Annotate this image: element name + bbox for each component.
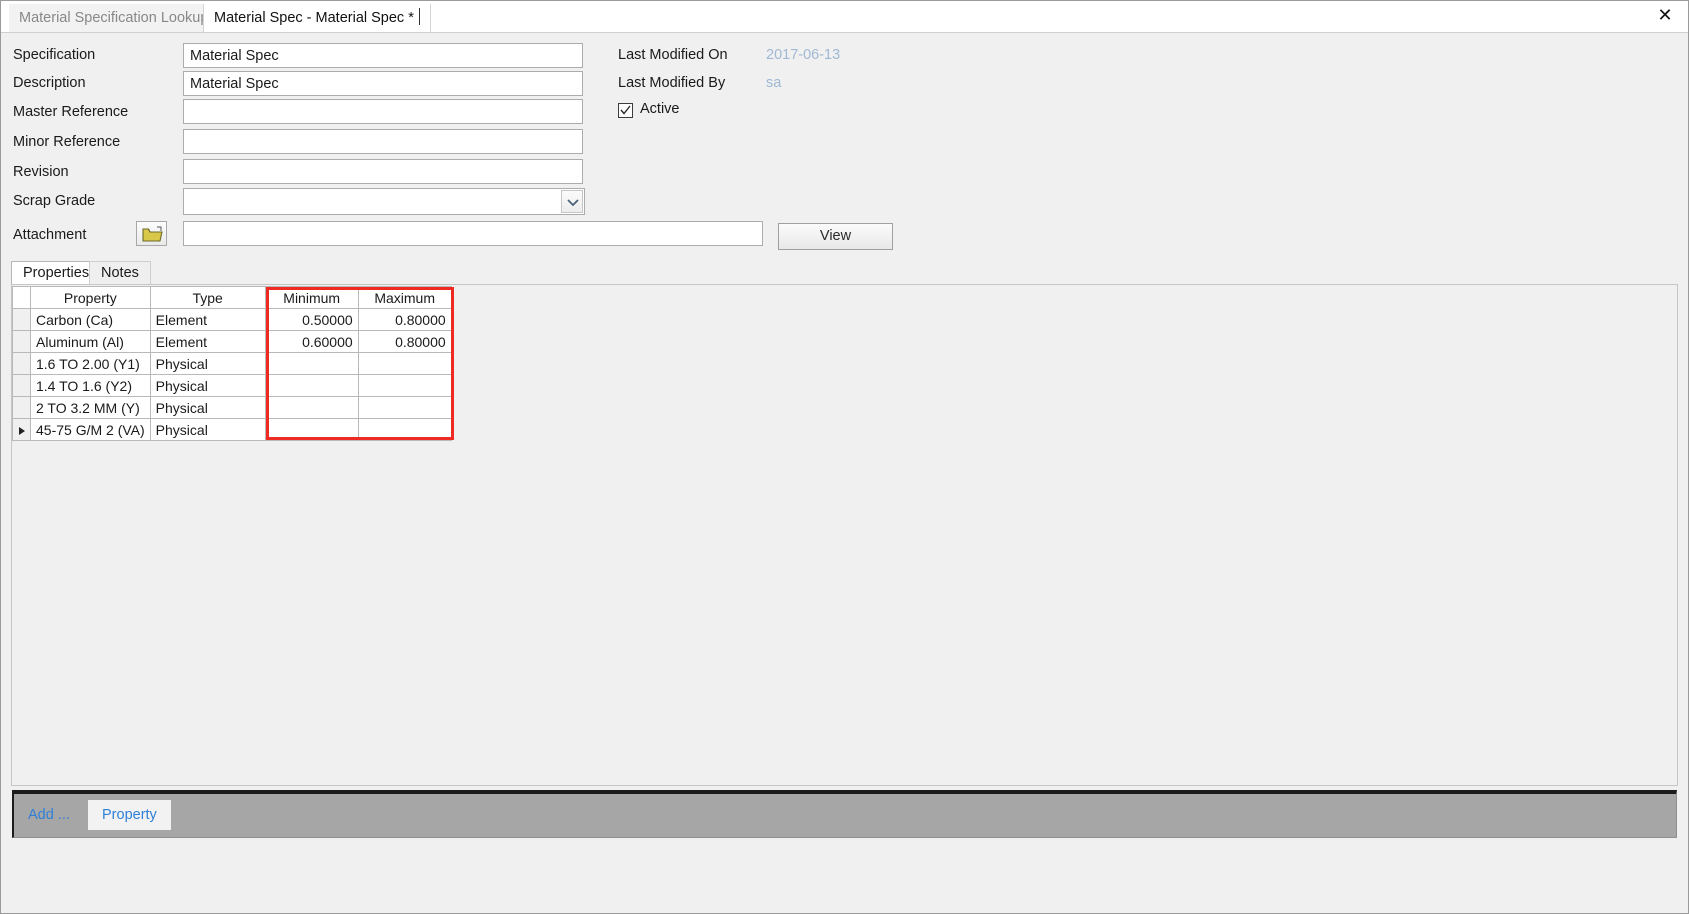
row-selector-header — [12, 286, 31, 309]
window-tab-strip: Material Specification Lookup Material S… — [1, 1, 1688, 33]
grid-column-property[interactable]: Property — [30, 286, 151, 309]
table-row[interactable]: 45-75 G/M 2 (VA) Physical — [12, 418, 452, 441]
cell-type[interactable]: Physical — [149, 374, 266, 397]
current-row-indicator-icon — [18, 426, 25, 435]
chevron-down-icon[interactable] — [561, 190, 583, 213]
add-action-bar: Add ... Property — [12, 790, 1677, 838]
open-folder-icon[interactable] — [136, 221, 167, 246]
row-selector[interactable] — [12, 374, 31, 397]
attachment-input[interactable] — [183, 221, 763, 246]
text-cursor — [418, 8, 420, 25]
label-minor-reference: Minor Reference — [13, 134, 121, 150]
cell-minimum[interactable]: 0.50000 — [264, 308, 359, 331]
cell-minimum[interactable] — [264, 396, 359, 419]
table-row[interactable]: Carbon (Ca) Element 0.50000 0.80000 — [12, 308, 452, 331]
last-modified-by-value: sa — [766, 75, 782, 91]
cell-maximum[interactable]: 0.80000 — [357, 330, 452, 353]
specification-input[interactable] — [183, 43, 583, 68]
revision-input[interactable] — [183, 159, 583, 184]
spec-form: Specification Description Master Referen… — [1, 33, 1688, 255]
label-attachment: Attachment — [13, 227, 87, 243]
label-specification: Specification — [13, 47, 96, 63]
properties-grid[interactable]: Property Type Minimum Maximum Carbon (Ca… — [12, 286, 452, 441]
table-row[interactable]: Aluminum (Al) Element 0.60000 0.80000 — [12, 330, 452, 353]
cell-property[interactable]: 1.4 TO 1.6 (Y2) — [30, 374, 151, 397]
row-selector[interactable] — [12, 330, 31, 353]
cell-type[interactable]: Physical — [149, 352, 266, 375]
table-row[interactable]: 1.6 TO 2.00 (Y1) Physical — [12, 352, 452, 375]
label-last-modified-by: Last Modified By — [618, 75, 726, 91]
scrap-grade-combo[interactable] — [183, 188, 585, 215]
label-revision: Revision — [13, 164, 69, 180]
tab-properties[interactable]: Properties — [11, 261, 102, 284]
window-tab-label: Material Specification Lookup — [19, 10, 209, 26]
view-button[interactable]: View — [778, 223, 893, 250]
add-property-button[interactable]: Property — [88, 800, 171, 830]
label-master-reference: Master Reference — [13, 104, 129, 120]
window-tab-material-specification-lookup[interactable]: Material Specification Lookup — [9, 4, 219, 32]
checkmark-icon — [620, 105, 631, 115]
label-description: Description — [13, 75, 86, 91]
cell-maximum[interactable] — [357, 374, 452, 397]
cell-property[interactable]: 2 TO 3.2 MM (Y) — [30, 396, 151, 419]
label-scrap-grade: Scrap Grade — [13, 193, 96, 209]
row-selector[interactable] — [12, 396, 31, 419]
minor-reference-input[interactable] — [183, 129, 583, 154]
cell-type[interactable]: Element — [149, 308, 266, 331]
grid-column-maximum[interactable]: Maximum — [357, 286, 452, 309]
cell-maximum[interactable] — [357, 396, 452, 419]
active-checkbox[interactable] — [618, 103, 633, 118]
row-selector[interactable] — [12, 352, 31, 375]
material-spec-window: Material Specification Lookup Material S… — [0, 0, 1689, 914]
cell-type[interactable]: Physical — [149, 418, 266, 441]
cell-minimum[interactable] — [264, 374, 359, 397]
master-reference-input[interactable] — [183, 99, 583, 124]
cell-minimum[interactable] — [264, 352, 359, 375]
row-selector-current[interactable] — [12, 418, 31, 441]
tab-label: Notes — [101, 265, 139, 281]
grid-header-row: Property Type Minimum Maximum — [12, 286, 452, 309]
add-label: Add ... — [28, 807, 70, 823]
cell-type[interactable]: Physical — [149, 396, 266, 419]
last-modified-on-value: 2017-06-13 — [766, 47, 841, 63]
cell-property[interactable]: 1.6 TO 2.00 (Y1) — [30, 352, 151, 375]
label-last-modified-on: Last Modified On — [618, 47, 728, 63]
description-input[interactable] — [183, 71, 583, 96]
active-checkbox-label: Active — [640, 101, 680, 117]
tab-label: Properties — [23, 265, 90, 281]
cell-maximum[interactable]: 0.80000 — [357, 308, 452, 331]
close-icon[interactable]: ✕ — [1652, 3, 1678, 29]
tab-notes[interactable]: Notes — [89, 261, 151, 284]
table-row[interactable]: 2 TO 3.2 MM (Y) Physical — [12, 396, 452, 419]
cell-property[interactable]: 45-75 G/M 2 (VA) — [30, 418, 151, 441]
window-footer — [1, 841, 1688, 913]
cell-type[interactable]: Element — [149, 330, 266, 353]
table-row[interactable]: 1.4 TO 1.6 (Y2) Physical — [12, 374, 452, 397]
cell-minimum[interactable]: 0.60000 — [264, 330, 359, 353]
cell-maximum[interactable] — [357, 352, 452, 375]
cell-maximum[interactable] — [357, 418, 452, 441]
window-tab-material-spec[interactable]: Material Spec - Material Spec * — [203, 4, 431, 32]
row-selector[interactable] — [12, 308, 31, 331]
grid-column-minimum[interactable]: Minimum — [264, 286, 359, 309]
grid-column-type[interactable]: Type — [149, 286, 266, 309]
cell-minimum[interactable] — [264, 418, 359, 441]
cell-property[interactable]: Aluminum (Al) — [30, 330, 151, 353]
cell-property[interactable]: Carbon (Ca) — [30, 308, 151, 331]
window-tab-label: Material Spec - Material Spec * — [214, 10, 414, 26]
